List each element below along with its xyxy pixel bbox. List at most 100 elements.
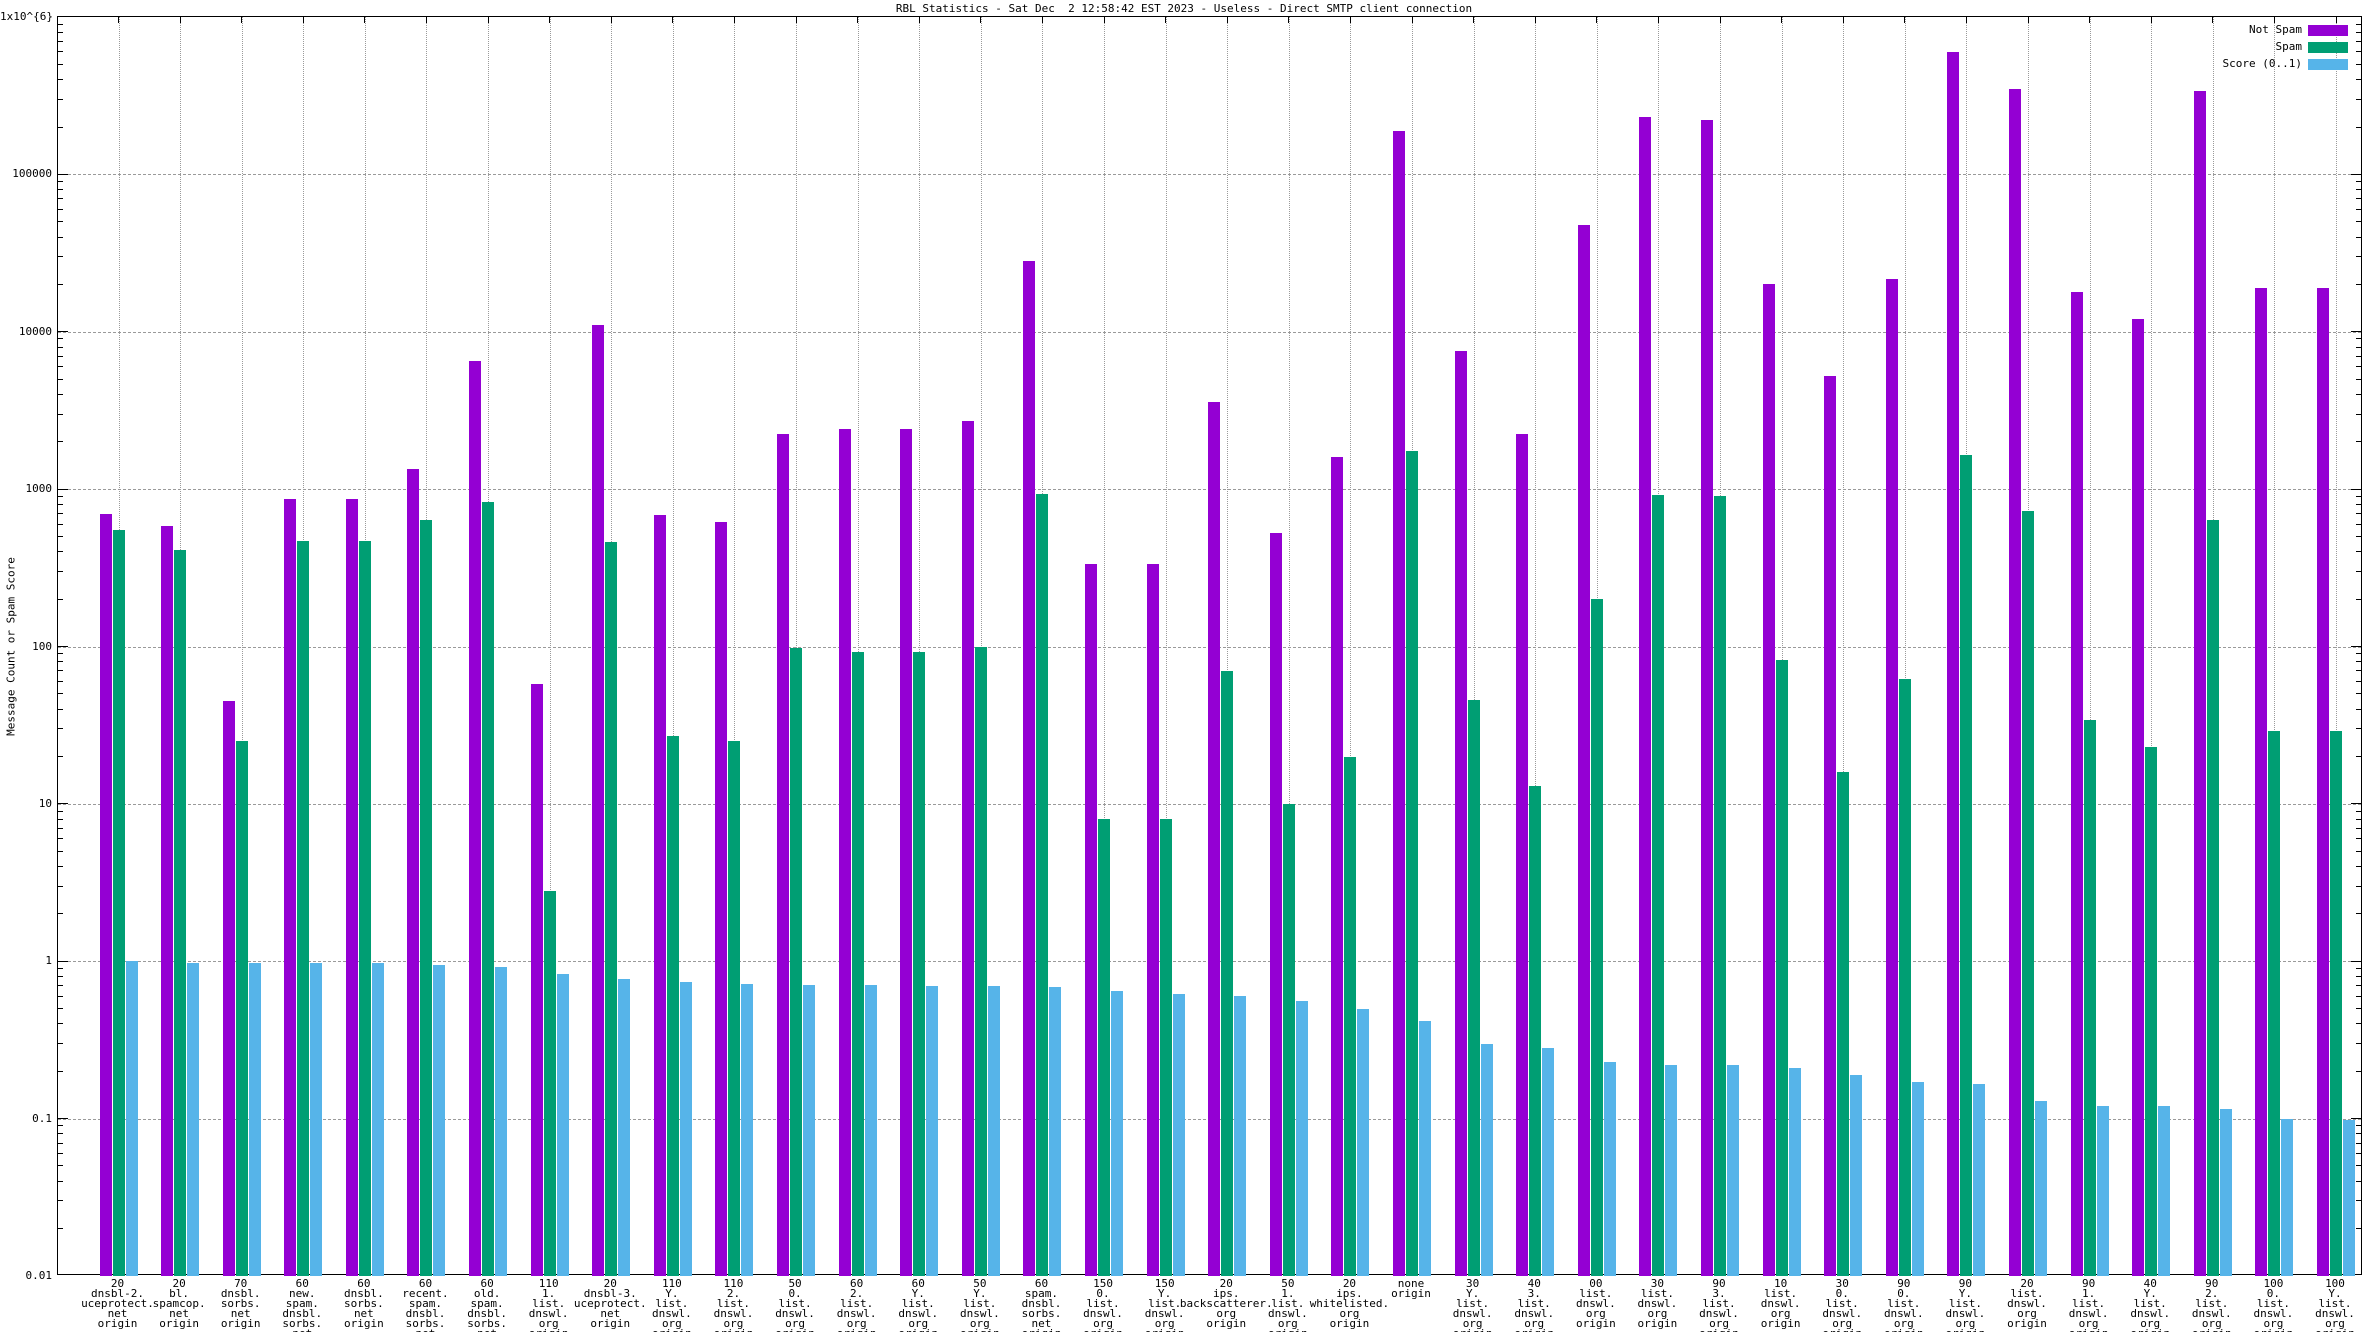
bar-score-0-1 — [1542, 1048, 1554, 1276]
y-tick-label: 10000 — [0, 326, 52, 337]
y-minor-tick-right — [2356, 661, 2361, 662]
y-minor-tick-right — [2356, 256, 2361, 257]
y-major-tick-right — [2351, 489, 2361, 490]
y-minor-tick-right — [2356, 41, 2361, 42]
bar-not-spam — [161, 526, 173, 1276]
bar-spam — [420, 520, 432, 1276]
y-minor-tick-right — [2356, 811, 2361, 812]
y-minor-tick-right — [2356, 1143, 2361, 1144]
bar-score-0-1 — [126, 961, 138, 1276]
y-minor-tick-right — [2356, 1043, 2361, 1044]
y-minor-tick-left — [58, 394, 63, 395]
x-tick-top — [364, 17, 365, 23]
y-major-tick-right — [2351, 1118, 2361, 1119]
bar-not-spam — [1947, 52, 1959, 1276]
y-minor-tick-left — [58, 189, 63, 190]
y-tick-label: 100000 — [0, 168, 52, 179]
x-tick-top — [1658, 17, 1659, 23]
bar-score-0-1 — [1173, 994, 1185, 1276]
y-minor-tick-left — [58, 198, 63, 199]
bar-spam — [913, 652, 925, 1276]
bar-spam — [605, 542, 617, 1276]
x-tick-top — [2336, 17, 2337, 23]
bar-spam — [1529, 786, 1541, 1276]
bar-spam — [1098, 819, 1110, 1276]
y-minor-tick-right — [2356, 198, 2361, 199]
x-tick-top — [796, 17, 797, 23]
y-minor-tick-right — [2356, 756, 2361, 757]
bar-score-0-1 — [495, 967, 507, 1276]
bar-score-0-1 — [187, 963, 199, 1276]
y-minor-tick-left — [58, 913, 63, 914]
bar-not-spam — [223, 701, 235, 1276]
bar-score-0-1 — [1665, 1065, 1677, 1276]
y-minor-tick-left — [58, 237, 63, 238]
legend-item: Score (0..1) — [2102, 58, 2348, 70]
y-tick-label: 1x10^{6} — [0, 11, 52, 22]
y-minor-tick-left — [58, 284, 63, 285]
y-minor-tick-left — [58, 851, 63, 852]
bar-not-spam — [2009, 89, 2021, 1276]
y-minor-tick-left — [58, 366, 63, 367]
y-tick-label: 1 — [0, 955, 52, 966]
y-minor-tick-right — [2356, 32, 2361, 33]
y-minor-tick-right — [2356, 866, 2361, 867]
y-minor-tick-right — [2356, 379, 2361, 380]
y-minor-tick-right — [2356, 838, 2361, 839]
y-minor-tick-right — [2356, 913, 2361, 914]
x-tick-top — [2212, 17, 2213, 23]
bar-score-0-1 — [1973, 1084, 1985, 1276]
bar-spam — [297, 541, 309, 1276]
x-tick-top — [1535, 17, 1536, 23]
y-major-tick-right — [2351, 646, 2361, 647]
y-minor-tick-left — [58, 181, 63, 182]
y-minor-tick-left — [58, 551, 63, 552]
x-tick-top — [1781, 17, 1782, 23]
bar-spam — [975, 647, 987, 1277]
bar-not-spam — [2132, 319, 2144, 1276]
x-tick-top — [1042, 17, 1043, 23]
x-tick-top — [488, 17, 489, 23]
y-major-tick-right — [2351, 803, 2361, 804]
y-minor-tick-right — [2356, 819, 2361, 820]
y-minor-tick-left — [58, 968, 63, 969]
y-minor-tick-left — [58, 866, 63, 867]
bar-score-0-1 — [988, 986, 1000, 1276]
bar-score-0-1 — [803, 985, 815, 1276]
y-minor-tick-left — [58, 1143, 63, 1144]
bar-spam — [1652, 495, 1664, 1276]
x-tick-top — [734, 17, 735, 23]
y-minor-tick-left — [58, 1165, 63, 1166]
y-minor-tick-right — [2356, 693, 2361, 694]
y-minor-tick-left — [58, 536, 63, 537]
x-tick-top — [1843, 17, 1844, 23]
bar-spam — [1899, 679, 1911, 1276]
x-tick-top — [1350, 17, 1351, 23]
y-minor-tick-right — [2356, 51, 2361, 52]
bar-spam — [790, 648, 802, 1276]
bar-score-0-1 — [1850, 1075, 1862, 1276]
bar-not-spam — [654, 515, 666, 1276]
y-minor-tick-left — [58, 256, 63, 257]
bar-score-0-1 — [1111, 991, 1123, 1276]
bar-spam — [482, 502, 494, 1276]
bar-spam — [1837, 772, 1849, 1276]
bar-score-0-1 — [2220, 1109, 2232, 1276]
y-major-tick-right — [2351, 331, 2361, 332]
y-minor-tick-right — [2356, 1200, 2361, 1201]
y-minor-tick-right — [2356, 181, 2361, 182]
y-minor-tick-left — [58, 681, 63, 682]
y-minor-tick-right — [2356, 99, 2361, 100]
y-minor-tick-left — [58, 811, 63, 812]
bar-spam — [2145, 747, 2157, 1276]
legend-item: Spam — [2102, 41, 2348, 53]
bar-not-spam — [1639, 117, 1651, 1276]
legend-label: Score (0..1) — [2223, 58, 2302, 70]
bar-spam — [1344, 757, 1356, 1276]
x-tick-label: 100 Y. list. dnswl. org origin — [2275, 1279, 2368, 1332]
y-minor-tick-right — [2356, 347, 2361, 348]
bar-not-spam — [2071, 292, 2083, 1276]
y-minor-tick-right — [2356, 209, 2361, 210]
y-minor-tick-right — [2356, 524, 2361, 525]
y-minor-tick-left — [58, 1200, 63, 1201]
